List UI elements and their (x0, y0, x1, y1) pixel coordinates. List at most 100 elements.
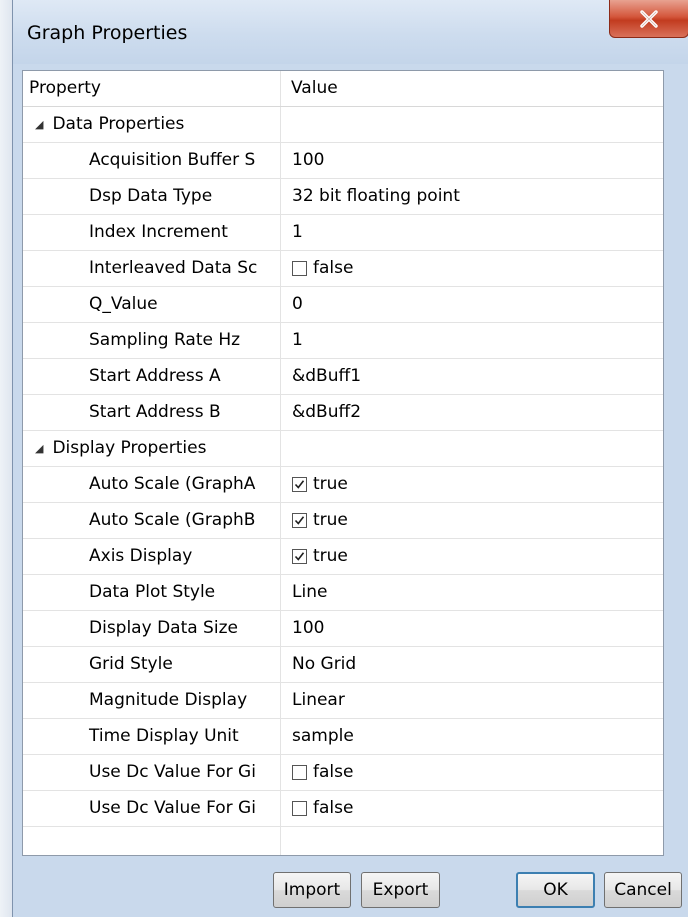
close-icon (640, 9, 658, 28)
property-value-cell[interactable]: false (283, 755, 663, 790)
property-value-cell[interactable]: &dBuff1 (283, 359, 663, 394)
property-row[interactable]: Interleaved Data Sc false (23, 251, 663, 287)
property-value: 1 (292, 222, 303, 242)
column-header-property[interactable]: Property (23, 71, 281, 106)
property-row[interactable]: Sampling Rate Hz 1 (23, 323, 663, 359)
property-name: Grid Style (23, 647, 281, 682)
property-value: 1 (292, 330, 303, 350)
cancel-button[interactable]: Cancel (604, 872, 682, 908)
checkmark-icon (294, 516, 305, 525)
property-value-cell[interactable]: false (283, 791, 663, 826)
property-row[interactable]: Index Increment 1 (23, 215, 663, 251)
property-row[interactable]: Magnitude Display Linear (23, 683, 663, 719)
category-name: ◢ Data Properties (23, 107, 281, 142)
property-grid[interactable]: Property Value ◢ Data Properties Acquisiti… (22, 70, 664, 856)
property-value-cell[interactable]: sample (283, 719, 663, 754)
property-name: Axis Display (23, 539, 281, 574)
property-value-cell[interactable]: No Grid (283, 647, 663, 682)
property-row[interactable]: Use Dc Value For Gi false (23, 755, 663, 791)
property-row[interactable]: Time Display Unit sample (23, 719, 663, 755)
checked-checkbox[interactable] (292, 513, 307, 528)
property-row[interactable]: Data Plot Style Line (23, 575, 663, 611)
window-title: Graph Properties (27, 22, 188, 44)
property-value: No Grid (292, 654, 357, 674)
property-row[interactable]: Acquisition Buffer S 100 (23, 143, 663, 179)
empty-cell (23, 827, 281, 855)
collapse-triangle-icon[interactable]: ◢ (35, 107, 43, 142)
property-row[interactable]: Auto Scale (GraphB true (23, 503, 663, 539)
unchecked-checkbox[interactable] (292, 765, 307, 780)
property-row[interactable]: Display Data Size 100 (23, 611, 663, 647)
property-row[interactable]: Start Address B &dBuff2 (23, 395, 663, 431)
unchecked-checkbox[interactable] (292, 801, 307, 816)
property-value: Linear (292, 690, 345, 710)
property-value: &dBuff2 (292, 402, 362, 422)
checked-checkbox[interactable] (292, 549, 307, 564)
category-label: Display Properties (52, 438, 207, 458)
property-row[interactable]: Start Address A &dBuff1 (23, 359, 663, 395)
property-value-cell[interactable]: 100 (283, 611, 663, 646)
property-name: Use Dc Value For Gi (23, 791, 281, 826)
property-value-cell[interactable]: true (283, 467, 663, 502)
property-value-cell[interactable]: 1 (283, 323, 663, 358)
checkmark-icon (294, 552, 305, 561)
property-value-cell[interactable]: 32 bit floating point (283, 179, 663, 214)
property-name: Index Increment (23, 215, 281, 250)
property-name: Data Plot Style (23, 575, 281, 610)
property-value: true (313, 474, 348, 494)
property-row[interactable]: Dsp Data Type 32 bit floating point (23, 179, 663, 215)
property-name: Interleaved Data Sc (23, 251, 281, 286)
grid-header: Property Value (23, 71, 663, 107)
property-name: Start Address A (23, 359, 281, 394)
property-value: false (313, 258, 354, 278)
property-value-cell[interactable]: true (283, 503, 663, 538)
close-button[interactable] (609, 0, 688, 38)
category-value-cell (283, 107, 663, 142)
property-name: Magnitude Display (23, 683, 281, 718)
property-value: false (313, 762, 354, 782)
property-value-cell[interactable]: &dBuff2 (283, 395, 663, 430)
collapse-triangle-icon[interactable]: ◢ (35, 431, 43, 466)
property-value: 32 bit floating point (292, 186, 460, 206)
empty-cell (283, 827, 663, 855)
property-value: Line (292, 582, 328, 602)
title-bar[interactable]: Graph Properties (13, 0, 688, 64)
property-name: Auto Scale (GraphB (23, 503, 281, 538)
property-value: true (313, 510, 348, 530)
property-name: Display Data Size (23, 611, 281, 646)
property-value: 100 (292, 150, 325, 170)
property-row[interactable]: Grid Style No Grid (23, 647, 663, 683)
property-name: Use Dc Value For Gi (23, 755, 281, 790)
property-value-cell[interactable]: true (283, 539, 663, 574)
property-value-cell[interactable]: Line (283, 575, 663, 610)
property-name: Auto Scale (GraphA (23, 467, 281, 502)
category-row[interactable]: ◢ Display Properties (23, 431, 663, 467)
export-button[interactable]: Export (361, 872, 440, 908)
property-row[interactable]: Q_Value 0 (23, 287, 663, 323)
import-button[interactable]: Import (273, 872, 351, 908)
property-value-cell[interactable]: 1 (283, 215, 663, 250)
checkmark-icon (294, 480, 305, 489)
property-name: Sampling Rate Hz (23, 323, 281, 358)
property-name: Acquisition Buffer S (23, 143, 281, 178)
property-name: Time Display Unit (23, 719, 281, 754)
ok-button[interactable]: OK (516, 872, 595, 908)
property-value: false (313, 798, 354, 818)
property-row[interactable]: Axis Display true (23, 539, 663, 575)
property-row[interactable]: Use Dc Value For Gi false (23, 791, 663, 827)
property-value-cell[interactable]: Linear (283, 683, 663, 718)
checked-checkbox[interactable] (292, 477, 307, 492)
property-value-cell[interactable]: 100 (283, 143, 663, 178)
property-name: Dsp Data Type (23, 179, 281, 214)
property-value: sample (292, 726, 354, 746)
category-name: ◢ Display Properties (23, 431, 281, 466)
property-value-cell[interactable]: false (283, 251, 663, 286)
property-value-cell[interactable]: 0 (283, 287, 663, 322)
property-row[interactable]: Auto Scale (GraphA true (23, 467, 663, 503)
property-value: true (313, 546, 348, 566)
category-row[interactable]: ◢ Data Properties (23, 107, 663, 143)
column-header-value[interactable]: Value (283, 71, 663, 106)
background-window-edge (0, 0, 12, 917)
unchecked-checkbox[interactable] (292, 261, 307, 276)
property-value: &dBuff1 (292, 366, 362, 386)
